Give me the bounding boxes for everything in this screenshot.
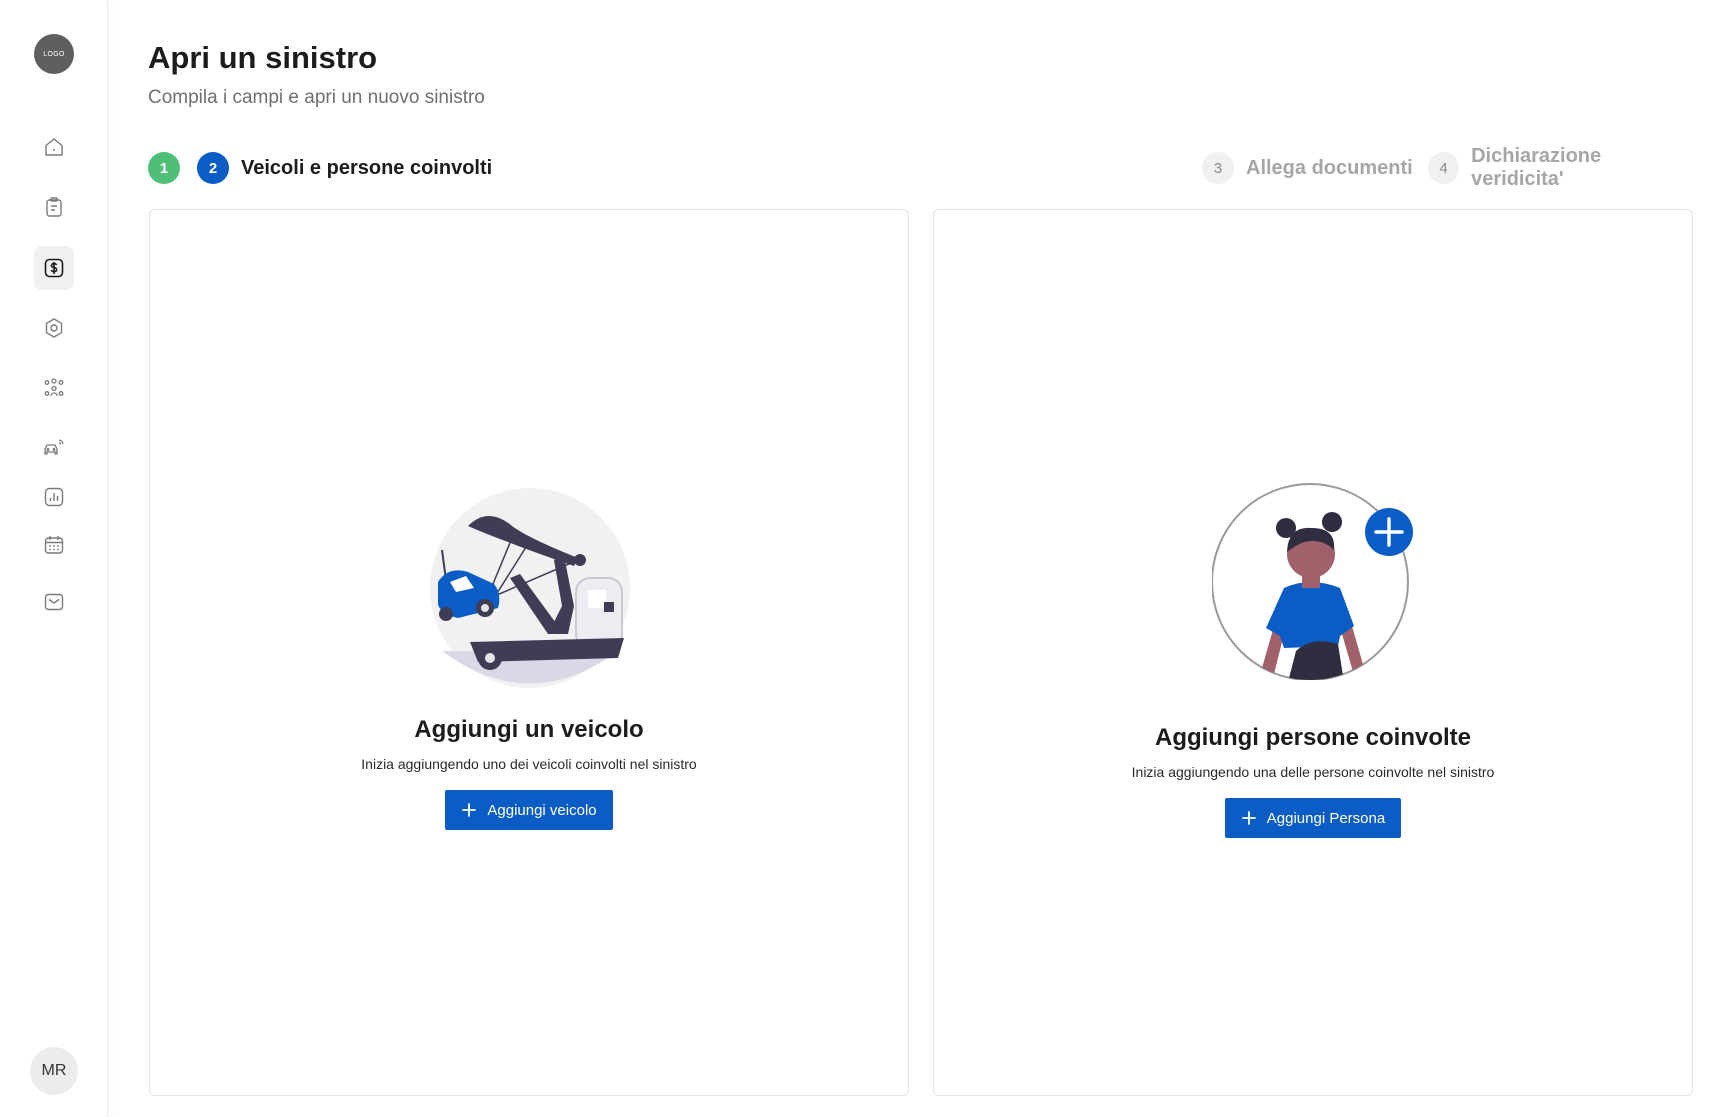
- nav-settings[interactable]: [34, 306, 74, 350]
- logo[interactable]: LOGO: [34, 34, 74, 74]
- calendar-icon: [44, 536, 64, 554]
- step-3-label: Allega documenti: [1246, 156, 1413, 179]
- person-illustration: [1212, 483, 1413, 680]
- page-subtitle: Compila i campi e apri un nuovo sinistro: [148, 87, 485, 108]
- bar-chart-icon: [44, 487, 64, 507]
- step-2[interactable]: 2 Veicoli e persone coinvolti: [197, 152, 492, 184]
- person-card: Aggiungi persone coinvolte Inizia aggiun…: [933, 209, 1693, 1096]
- plus-icon: [462, 803, 477, 817]
- step-4-badge: 4: [1428, 152, 1460, 184]
- step-2-label: Veicoli e persone coinvolti: [241, 156, 493, 179]
- nav-calendar[interactable]: [34, 523, 74, 567]
- page-title: Apri un sinistro: [148, 40, 378, 75]
- nav-people[interactable]: [34, 366, 74, 410]
- add-vehicle-button[interactable]: Aggiungi veicolo: [445, 790, 613, 830]
- vehicle-card-title: Aggiungi un veicolo: [414, 716, 644, 743]
- step-4-label: Dichiarazione veridicita': [1471, 145, 1602, 190]
- step-2-badge: 2: [197, 152, 229, 184]
- add-person-button-label: Aggiungi Persona: [1266, 809, 1386, 827]
- nav-claims[interactable]: [34, 246, 74, 290]
- nav-reports[interactable]: [34, 475, 74, 519]
- hexagon-settings-icon: [45, 318, 63, 338]
- plus-icon: [1241, 811, 1256, 825]
- sidebar: LOGO MR: [0, 0, 108, 1117]
- vehicle-card: Aggiungi un veicolo Inizia aggiungendo u…: [149, 209, 909, 1096]
- nav-claims-list[interactable]: [34, 185, 74, 229]
- user-avatar[interactable]: MR: [30, 1047, 78, 1095]
- vehicle-card-description: Inizia aggiungendo uno dei veicoli coinv…: [361, 756, 697, 772]
- connected-car-icon: [44, 439, 64, 455]
- person-card-title: Aggiungi persone coinvolte: [1154, 724, 1472, 751]
- add-vehicle-button-label: Aggiungi veicolo: [487, 801, 597, 819]
- step-4[interactable]: 4 Dichiarazione veridicita': [1428, 145, 1693, 190]
- nav-home[interactable]: [34, 125, 74, 169]
- clipboard-icon: [46, 197, 62, 217]
- home-icon: [45, 138, 63, 156]
- step-1[interactable]: 1: [148, 152, 180, 184]
- tow-truck-illustration: [430, 488, 630, 688]
- person-card-description: Inizia aggiungendo una delle persone coi…: [1131, 764, 1495, 780]
- inbox-icon: [44, 593, 64, 611]
- stepper: 1 2 Veicoli e persone coinvolti 3 Allega…: [148, 145, 1693, 190]
- nav-inbox[interactable]: [34, 580, 74, 624]
- dollar-icon: [44, 258, 64, 278]
- add-person-button[interactable]: Aggiungi Persona: [1224, 798, 1402, 838]
- nav-vehicles[interactable]: [34, 426, 74, 470]
- vehicle-card-body: Aggiungi un veicolo Inizia aggiungendo u…: [150, 716, 908, 830]
- step-3-badge: 3: [1202, 152, 1234, 184]
- person-card-body: Aggiungi persone coinvolte Inizia aggiun…: [934, 724, 1692, 838]
- step-3[interactable]: 3 Allega documenti: [1202, 152, 1413, 184]
- group-icon: [44, 378, 64, 397]
- step-1-badge: 1: [148, 152, 180, 184]
- main-content: Apri un sinistro Compila i campi e apri …: [148, 0, 1693, 1117]
